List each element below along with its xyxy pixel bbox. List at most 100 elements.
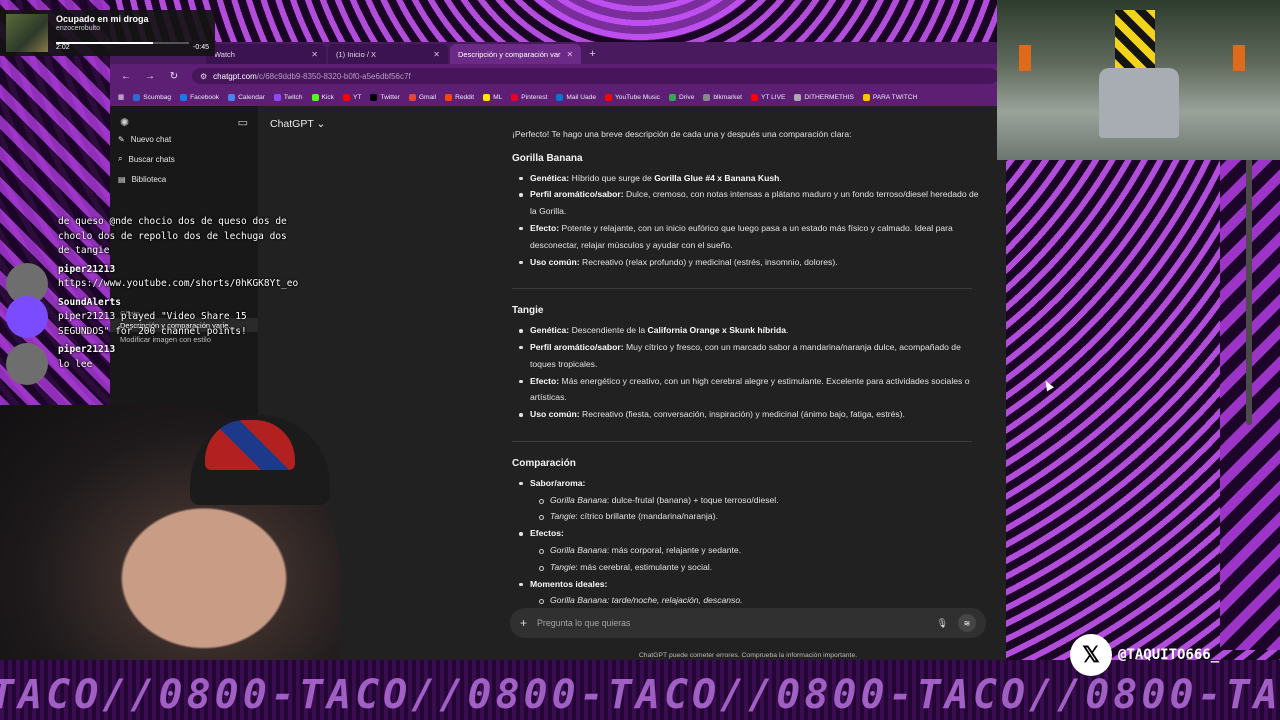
item-italic: Gorilla Banana	[550, 494, 607, 505]
model-name: ChatGPT	[270, 118, 314, 130]
prompt-input[interactable]: Pregunta lo que quieras	[537, 618, 927, 628]
bookmark[interactable]: blkmarket	[703, 93, 742, 101]
item-italic: Tangie	[550, 561, 576, 572]
list-item: Uso común: Recreativo (relax profundo) y…	[519, 254, 982, 271]
chat-main: ChatGPT ⌄ ¡Perfecto! Te hago una breve d…	[258, 106, 1006, 662]
bookmark-favicon-icon	[342, 93, 350, 101]
url-field[interactable]: ⚙ chatgpt.com/c/68c9ddb9-8350-8320-b0f0-…	[192, 68, 998, 84]
add-attachment-icon[interactable]: +	[520, 616, 527, 630]
reload-icon[interactable]: ↻	[168, 71, 180, 82]
voice-mode-icon[interactable]: ≋	[958, 614, 976, 632]
sidebar-item-label: Biblioteca	[131, 174, 167, 184]
close-tab-icon[interactable]: ✕	[311, 50, 318, 59]
apps-grid-icon[interactable]: ▦	[118, 93, 124, 101]
item-italic: Gorilla Banana: tarde/noche, relajación,…	[550, 595, 743, 606]
item-text: Híbrido que surge de	[571, 172, 652, 183]
item-italic: Gorilla Banana	[550, 544, 607, 555]
bookmark[interactable]: Kick	[311, 93, 334, 101]
tab-label: Descripción y comparación var	[458, 49, 561, 59]
sidebar-item-search-chats[interactable]: ⌕ Buscar chats	[110, 149, 258, 169]
bookmark[interactable]: Twitch	[273, 93, 303, 101]
bookmark-favicon-icon	[273, 93, 281, 101]
bookmark-label: Twitter	[380, 93, 400, 101]
back-icon[interactable]: ←	[120, 71, 132, 82]
section-heading: Gorilla Banana	[512, 152, 583, 164]
item-key: Genética:	[530, 172, 570, 183]
bookmark-label: PARA TWITCH	[872, 93, 918, 101]
item-text: : dulce-frutal (banana) + toque terroso/…	[606, 494, 779, 505]
bookmark[interactable]: Twitter	[370, 93, 400, 101]
tab-label: (1) Inicio / X	[336, 49, 377, 59]
bookmark[interactable]: DITHERMETHIS	[794, 93, 854, 101]
site-info-icon[interactable]: ⚙	[200, 72, 207, 81]
item-text: Potente y relajante, con un inicio eufór…	[530, 222, 953, 250]
page-scrollbar[interactable]	[1246, 125, 1252, 425]
bookmark-favicon-icon	[370, 93, 378, 101]
bookmark-favicon-icon	[750, 93, 758, 101]
tab-chatgpt[interactable]: Descripción y comparación var ✕	[450, 44, 582, 64]
item-key: Perfil aromático/sabor:	[530, 341, 624, 352]
bookmark[interactable]: Reddit	[445, 93, 474, 101]
list-item: Efecto: Potente y relajante, con un inic…	[519, 220, 982, 254]
close-tab-icon[interactable]: ✕	[433, 50, 440, 59]
bookmark-favicon-icon	[668, 93, 676, 101]
chat-username: piper21213	[58, 263, 116, 275]
bookmark[interactable]: Scumbag	[133, 93, 171, 101]
bookmark[interactable]: Mail Uade	[556, 93, 597, 101]
assistant-message: ¡Perfecto! Te hago una breve descripción…	[512, 126, 982, 609]
item-bold: California Orange x Skunk híbrida	[647, 325, 787, 336]
sub-list-item: Gorilla Banana: tarde/noche, relajación,…	[539, 592, 982, 609]
bookmark[interactable]: Gmail	[408, 93, 436, 101]
bookmark[interactable]: ML	[483, 93, 502, 101]
chat-message: piper21213 lo lee	[0, 343, 300, 385]
chat-message: de queso @nde chocio dos de queso dos de…	[0, 215, 300, 259]
bullet-list: Genética: Híbrido que surge de Gorilla G…	[512, 170, 982, 271]
sub-list-item: Gorilla Banana: más corporal, relajante …	[539, 542, 982, 559]
microphone-icon[interactable]: 🎙	[937, 618, 948, 629]
song-title: Ocupado en mi droga	[56, 14, 149, 24]
chat-username: SoundAlerts	[58, 296, 121, 308]
close-tab-icon[interactable]: ✕	[567, 50, 574, 59]
model-selector[interactable]: ChatGPT ⌄	[270, 118, 325, 130]
forward-icon[interactable]: →	[144, 71, 156, 82]
bookmark-label: Mail Uade	[566, 93, 597, 101]
tab-watch[interactable]: Watch ✕	[206, 44, 326, 64]
bookmark[interactable]: YouTube Music	[605, 93, 660, 101]
tab-x-home[interactable]: (1) Inicio / X ✕	[328, 44, 448, 64]
sidebar-item-label: Buscar chats	[128, 154, 175, 164]
chat-message: piper21213 https://www.youtube.com/short…	[0, 262, 300, 305]
bookmark-favicon-icon	[311, 93, 319, 101]
bookmark[interactable]: Facebook	[180, 93, 219, 101]
bookmark-favicon-icon	[180, 93, 188, 101]
press-stripe	[1115, 10, 1155, 70]
bookmark[interactable]: Drive	[668, 93, 695, 101]
sub-list-item: Tangie: más cerebral, estimulante y soci…	[539, 559, 982, 576]
library-icon: ▤	[118, 174, 126, 184]
bookmark[interactable]: YT LIVE	[750, 93, 785, 101]
bookmark-favicon-icon	[133, 93, 141, 101]
album-cover	[6, 14, 48, 52]
song-artist: enzocerobulto	[56, 25, 100, 32]
section-heading: Comparación	[512, 457, 576, 469]
list-item: Momentos ideales: Gorilla Banana: tarde/…	[519, 576, 982, 610]
item-key: Efecto:	[530, 222, 560, 233]
openai-logo-icon[interactable]: ✺	[120, 116, 129, 129]
bookmark[interactable]: Calendar	[228, 93, 265, 101]
sidebar-item-library[interactable]: ▤ Biblioteca	[110, 169, 258, 189]
song-times: 2:02 -0:45	[56, 44, 209, 51]
new-tab-icon[interactable]: +	[583, 44, 601, 64]
toggle-sidebar-icon[interactable]: ▭	[238, 116, 248, 129]
bookmark[interactable]: YT	[342, 93, 361, 101]
bookmark[interactable]: Pinterest	[511, 93, 547, 101]
bookmark-label: Calendar	[238, 93, 265, 101]
bookmark-label: Drive	[678, 93, 695, 101]
bookmark[interactable]: PARA TWITCH	[862, 93, 918, 101]
stream-chat: de queso @nde chocio dos de queso dos de…	[0, 215, 300, 385]
address-bar: ← → ↻ ⚙ chatgpt.com/c/68c9ddb9-8350-8320…	[110, 64, 1006, 88]
sidebar-item-new-chat[interactable]: ✎ Nuevo chat	[110, 129, 258, 149]
item-key: Momentos ideales:	[530, 578, 608, 589]
bullet-list: Sabor/aroma: Gorilla Banana: dulce-fruta…	[512, 475, 982, 609]
list-item: Perfil aromático/sabor: Dulce, cremoso, …	[519, 186, 982, 220]
warning-sign-icon	[1233, 45, 1245, 71]
bookmark-favicon-icon	[511, 93, 519, 101]
